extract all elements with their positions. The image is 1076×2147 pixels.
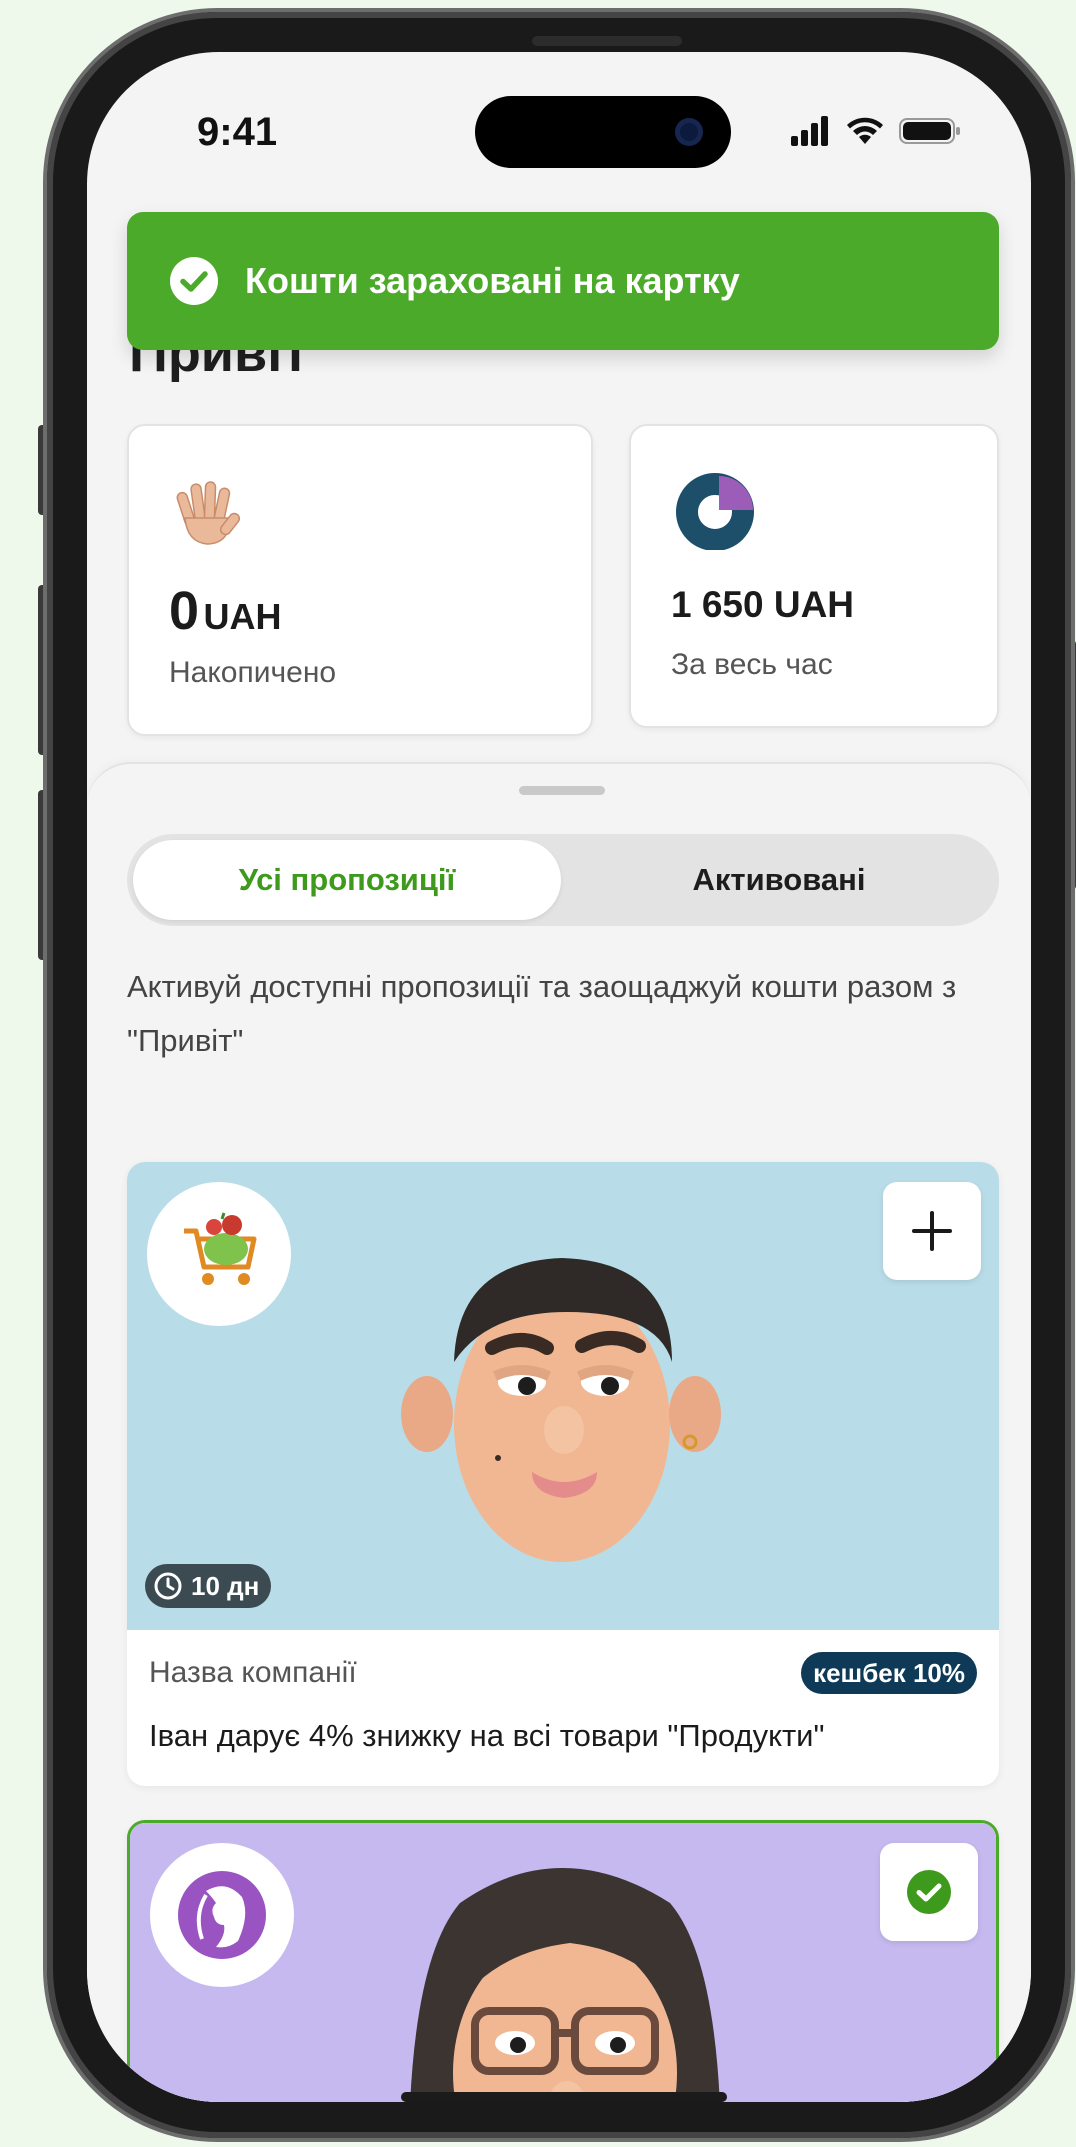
battery-icon: [899, 118, 960, 144]
tab-all-offers[interactable]: Усі пропозиції: [133, 840, 561, 920]
check-circle-icon: [170, 257, 218, 305]
wifi-icon: [847, 117, 883, 144]
offer-image: [130, 1823, 996, 2102]
sheet-drag-handle[interactable]: [519, 786, 605, 795]
saved-amount-currency: UAH: [203, 596, 282, 637]
days-left-text: 10 дн: [191, 1570, 260, 1601]
activate-offer-button[interactable]: [883, 1182, 981, 1280]
brand-logo: [147, 1182, 291, 1326]
donut-chart-icon: [676, 473, 754, 550]
activated-indicator[interactable]: [880, 1843, 978, 1941]
offers-tabs: Усі пропозиції Активовані: [127, 834, 999, 926]
woman-profile-icon: [178, 1871, 266, 1959]
toast-message: Кошти зараховані на картку: [245, 260, 740, 301]
tab-activated[interactable]: Активовані: [565, 840, 993, 920]
check-icon: [907, 1870, 951, 1914]
saved-card[interactable]: 0 UAH Накопичено: [127, 424, 593, 736]
offer-card-activated[interactable]: [127, 1820, 999, 2102]
app-screen: 9:41 Привіт Кошти зараховані на картку 0…: [87, 52, 1031, 2102]
phone-frame: 9:41 Привіт Кошти зараховані на картку 0…: [47, 12, 1071, 2138]
offers-sheet: Усі пропозиції Активовані Активуй доступ…: [87, 762, 1031, 2102]
offers-description: Активуй доступні пропозиції та заощаджуй…: [127, 969, 957, 1058]
days-left-badge: 10 дн: [145, 1564, 272, 1608]
waving-hand-icon: [176, 481, 241, 545]
total-label: За весь час: [671, 648, 833, 681]
total-card[interactable]: 1 650 UAH За весь час: [629, 424, 999, 728]
clock-icon: [154, 1572, 182, 1600]
brand-logo: [150, 1843, 294, 1987]
success-toast[interactable]: Кошти зараховані на картку: [127, 212, 999, 350]
saved-amount-value: 0: [169, 581, 200, 641]
offer-card[interactable]: 10 дн Назва компанії кешбек 10% Іван дар…: [127, 1162, 999, 1786]
camera-icon: [675, 118, 703, 146]
offer-image: 10 дн: [127, 1162, 999, 1630]
status-icons: [791, 114, 961, 148]
saved-amount: 0 UAH: [169, 580, 282, 642]
cashback-badge: кешбек 10%: [801, 1652, 977, 1694]
grocery-cart-icon: [184, 1212, 257, 1285]
status-time: 9:41: [197, 110, 278, 154]
speaker-grille: [532, 36, 682, 46]
signal-icon: [791, 116, 828, 146]
dynamic-island: [475, 96, 731, 168]
total-amount: 1 650 UAH: [671, 584, 855, 625]
saved-label: Накопичено: [169, 656, 337, 689]
offer-title: Іван дарує 4% знижку на всі товари "Прод…: [149, 1718, 825, 1753]
home-indicator[interactable]: [401, 2092, 727, 2102]
company-name: Назва компанії: [149, 1656, 357, 1689]
plus-icon: [912, 1211, 952, 1251]
